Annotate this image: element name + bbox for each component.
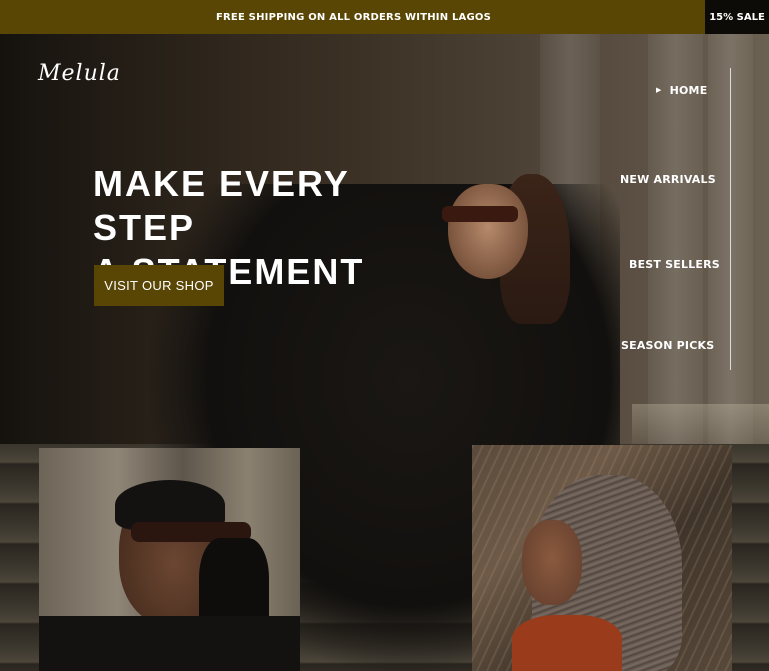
nav-item-label: HOME xyxy=(669,84,708,97)
hero-model-sunglasses xyxy=(442,206,518,222)
woman-top xyxy=(512,615,622,671)
hero-model-face xyxy=(448,184,528,279)
sale-badge[interactable]: 15% SALE xyxy=(705,0,769,34)
brand-logo[interactable]: Melula xyxy=(38,61,121,86)
nav-item-label: BEST SELLERS xyxy=(629,258,720,271)
nav-item-home[interactable]: ▶ HOME xyxy=(656,84,707,97)
announcement-bar: FREE SHIPPING ON ALL ORDERS WITHIN LAGOS… xyxy=(0,0,769,34)
background-column xyxy=(648,34,703,454)
visit-shop-button[interactable]: VISIT OUR SHOP xyxy=(94,265,224,306)
nav-divider xyxy=(730,68,731,370)
product-photo-man[interactable] xyxy=(39,448,300,671)
product-photo-woman[interactable] xyxy=(472,445,732,671)
shipping-announcement: FREE SHIPPING ON ALL ORDERS WITHIN LAGOS xyxy=(216,11,491,23)
nav-item-season-picks[interactable]: SEASON PICKS xyxy=(621,339,714,352)
nav-item-label: SEASON PICKS xyxy=(621,339,715,352)
nav-item-label: NEW ARRIVALS xyxy=(620,173,716,186)
triangle-right-icon: ▶ xyxy=(656,86,662,94)
column-capital xyxy=(632,404,769,444)
nav-item-new-arrivals[interactable]: NEW ARRIVALS xyxy=(620,173,716,186)
man-jacket xyxy=(39,616,300,671)
hero-headline-line: MAKE EVERY STEP xyxy=(93,163,350,248)
woman-face xyxy=(522,520,582,605)
nav-item-best-sellers[interactable]: BEST SELLERS xyxy=(629,258,720,271)
